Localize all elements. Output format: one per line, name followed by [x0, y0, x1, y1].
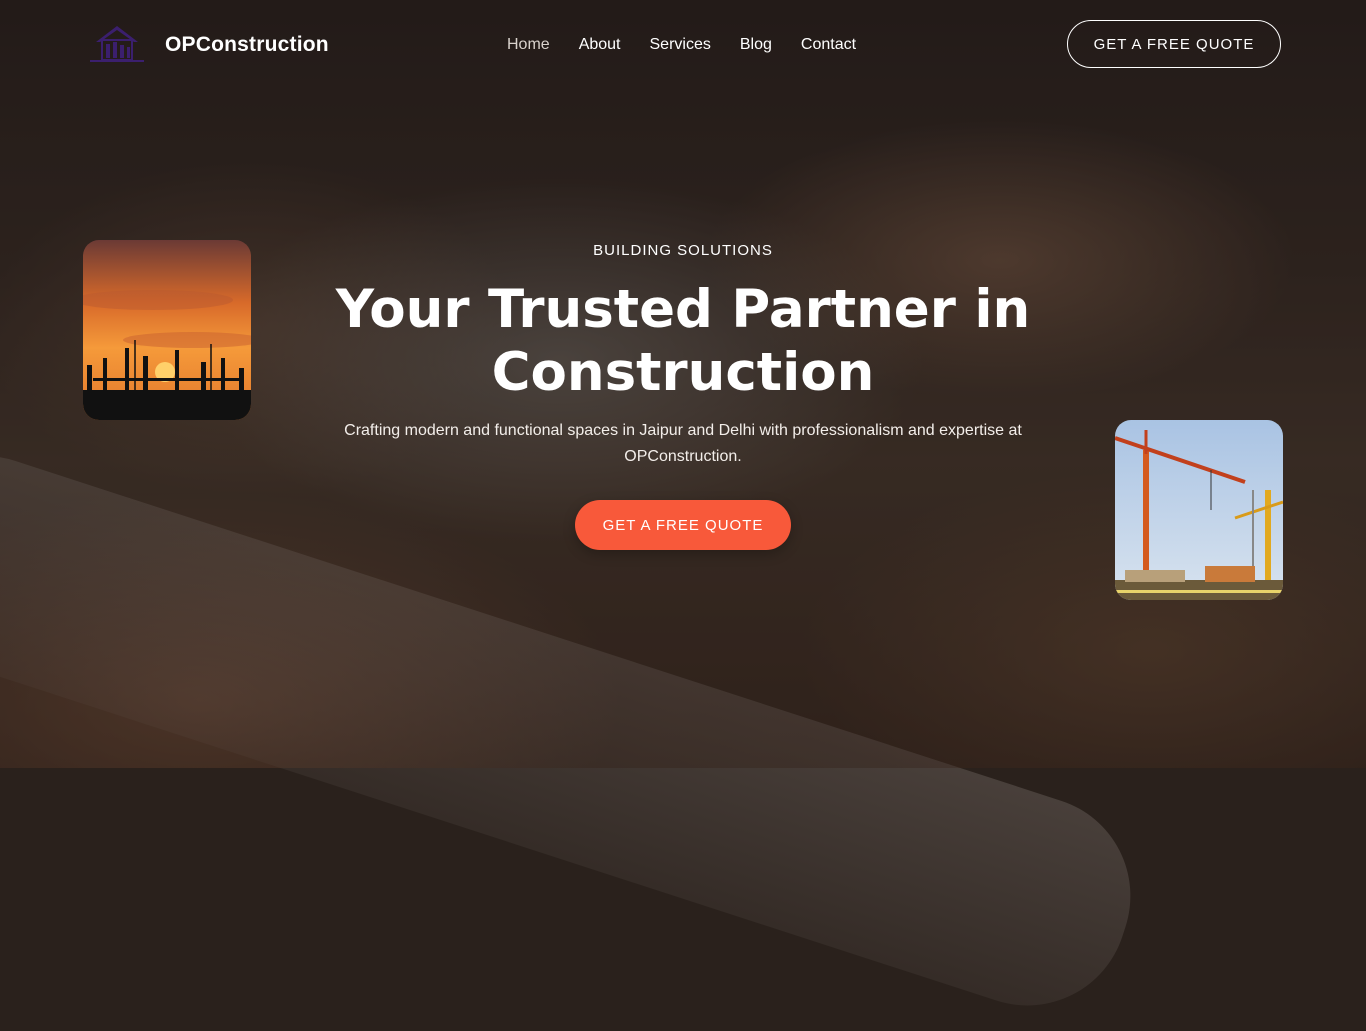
- house-logo-icon[interactable]: [86, 20, 148, 66]
- sunset-construction-site-image: [83, 240, 251, 420]
- header-quote-button[interactable]: GET A FREE QUOTE: [1067, 20, 1281, 68]
- nav-blog[interactable]: Blog: [740, 35, 772, 55]
- hero-quote-button[interactable]: GET A FREE QUOTE: [575, 500, 791, 550]
- hero-eyebrow: BUILDING SOLUTIONS: [593, 242, 773, 259]
- main-nav: Home About Services Blog Contact: [507, 35, 885, 55]
- nav-contact[interactable]: Contact: [801, 35, 856, 55]
- hero-subtitle: Crafting modern and functional spaces in…: [344, 422, 1022, 465]
- nav-about[interactable]: About: [579, 35, 621, 55]
- nav-services[interactable]: Services: [650, 35, 711, 55]
- nav-home[interactable]: Home: [507, 35, 550, 55]
- brand-name[interactable]: OPConstruction: [165, 33, 329, 57]
- tower-crane-construction-image: [1115, 420, 1283, 600]
- site-header: OPConstruction Home About Services Blog …: [0, 0, 1366, 90]
- hero-title: Your Trusted Partner in Construction: [335, 279, 1031, 403]
